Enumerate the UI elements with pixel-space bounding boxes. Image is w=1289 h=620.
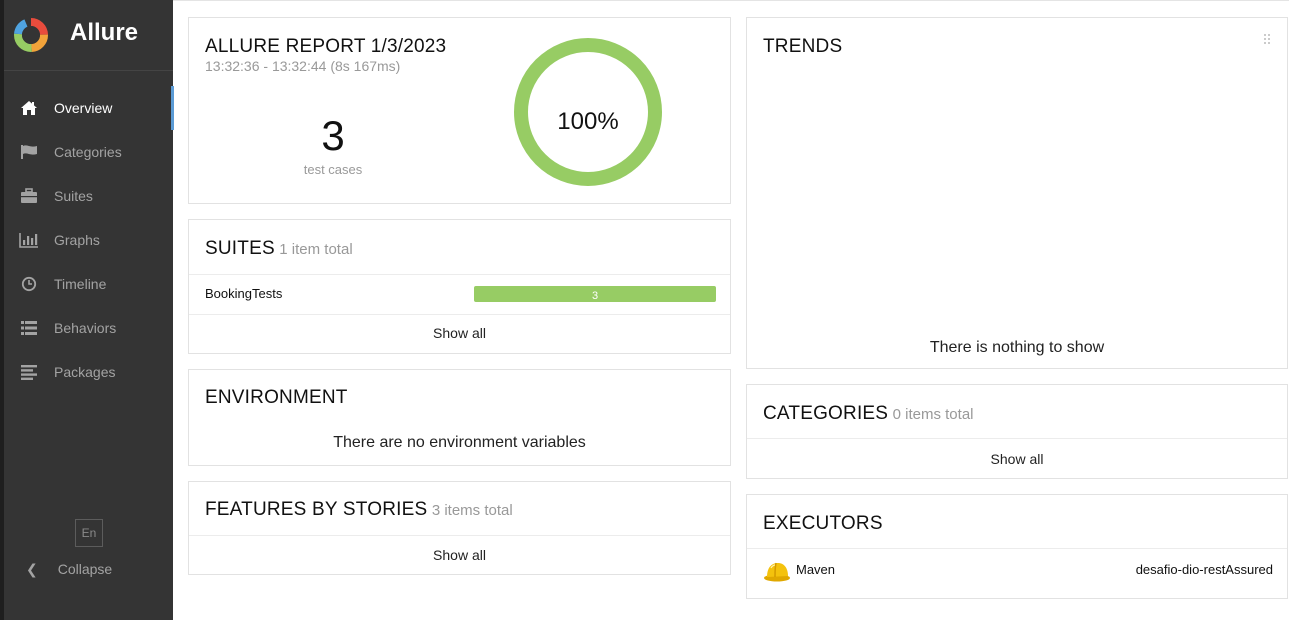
sidebar-item-packages[interactable]: Packages bbox=[4, 350, 173, 394]
features-show-all-link[interactable]: Show all bbox=[189, 547, 730, 563]
collapse-label: Collapse bbox=[57, 561, 113, 577]
align-left-icon bbox=[18, 361, 40, 383]
executor-name: Maven bbox=[796, 562, 836, 577]
summary-widget: ALLURE REPORT 1/3/2023 13:32:36 - 13:32:… bbox=[188, 17, 731, 204]
suites-widget: SUITES 1 item total BookingTests 3 Show … bbox=[188, 219, 731, 354]
executor-build-link[interactable]: desafio-dio-restAssured bbox=[1136, 562, 1273, 577]
pass-rate-percent: 100% bbox=[557, 108, 619, 135]
trend-title: TRENDS bbox=[763, 36, 843, 57]
executors-widget: EXECUTORS Maven desafio-dio-restAssured bbox=[746, 494, 1288, 599]
sidebar-item-graphs[interactable]: Graphs bbox=[4, 218, 173, 262]
sidebar-item-timeline[interactable]: Timeline bbox=[4, 262, 173, 306]
divider bbox=[189, 535, 730, 536]
home-icon bbox=[18, 97, 40, 119]
sidebar-item-label: Suites bbox=[54, 188, 93, 204]
top-divider bbox=[173, 0, 1289, 1]
suites-header: SUITES 1 item total bbox=[205, 238, 353, 260]
report-time: 13:32:36 - 13:32:44 (8s 167ms) bbox=[205, 58, 401, 74]
suite-passed-count: 3 bbox=[591, 290, 599, 302]
flag-icon bbox=[18, 141, 40, 163]
features-header: FEATURES BY STORIES 3 items total bbox=[205, 499, 513, 521]
bar-chart-icon bbox=[18, 229, 40, 251]
sidebar-item-behaviors[interactable]: Behaviors bbox=[4, 306, 173, 350]
sidebar-item-suites[interactable]: Suites bbox=[4, 174, 173, 218]
chevron-left-icon: ❮ bbox=[26, 560, 38, 577]
suites-subtitle: 1 item total bbox=[279, 241, 353, 258]
list-item[interactable]: Maven desafio-dio-restAssured bbox=[747, 549, 1287, 599]
language-toggle-button[interactable]: En bbox=[75, 519, 103, 547]
list-icon bbox=[18, 317, 40, 339]
brand-name: Allure bbox=[70, 19, 139, 46]
hard-hat-icon bbox=[763, 559, 791, 588]
categories-title: CATEGORIES bbox=[763, 403, 889, 424]
suites-show-all-link[interactable]: Show all bbox=[189, 325, 730, 341]
table-row[interactable]: BookingTests 3 bbox=[189, 275, 730, 315]
environment-widget: ENVIRONMENT There are no environment var… bbox=[188, 369, 731, 466]
categories-header: CATEGORIES 0 items total bbox=[763, 403, 974, 425]
features-widget: FEATURES BY STORIES 3 items total Show a… bbox=[188, 481, 731, 575]
suite-status-bar: 3 bbox=[474, 286, 716, 302]
sidebar-item-label: Graphs bbox=[54, 232, 100, 248]
trend-empty-message: There is nothing to show bbox=[929, 339, 1105, 356]
trend-widget: TRENDS There is nothing to show bbox=[746, 17, 1288, 369]
briefcase-icon bbox=[18, 185, 40, 207]
sidebar-item-label: Timeline bbox=[54, 276, 107, 292]
sidebar-item-label: Overview bbox=[54, 100, 113, 116]
categories-show-all-link[interactable]: Show all bbox=[747, 451, 1287, 467]
brand[interactable]: Allure bbox=[4, 0, 173, 71]
suites-title: SUITES bbox=[205, 238, 275, 259]
clock-icon bbox=[18, 273, 40, 295]
test-case-label: test cases bbox=[303, 162, 363, 177]
report-title: ALLURE REPORT 1/3/2023 bbox=[205, 36, 447, 57]
test-case-count: 3 bbox=[321, 112, 345, 159]
environment-empty-message: There are no environment variables bbox=[333, 434, 586, 451]
collapse-button[interactable]: ❮ Collapse bbox=[4, 557, 173, 581]
executors-title: EXECUTORS bbox=[763, 513, 883, 534]
sidebar-item-label: Packages bbox=[54, 364, 116, 380]
sidebar-item-overview[interactable]: Overview bbox=[4, 86, 174, 130]
features-subtitle: 3 items total bbox=[431, 502, 513, 519]
sidebar-item-label: Categories bbox=[54, 144, 122, 160]
sidebar-item-label: Behaviors bbox=[54, 320, 117, 336]
categories-widget: CATEGORIES 0 items total Show all bbox=[746, 384, 1288, 479]
sidebar-nav: Overview Categories Suites Graphs Timeli… bbox=[4, 86, 174, 394]
suite-name: BookingTests bbox=[205, 286, 283, 301]
divider bbox=[747, 438, 1287, 439]
sidebar-item-categories[interactable]: Categories bbox=[4, 130, 173, 174]
features-title: FEATURES BY STORIES bbox=[205, 499, 428, 520]
sidebar: Allure Overview Categories Suites Graphs bbox=[0, 0, 174, 620]
categories-subtitle: 0 items total bbox=[892, 406, 974, 423]
drag-handle-icon[interactable] bbox=[1263, 32, 1271, 44]
environment-title: ENVIRONMENT bbox=[205, 387, 348, 408]
allure-logo-icon bbox=[14, 18, 48, 52]
divider bbox=[189, 314, 730, 315]
